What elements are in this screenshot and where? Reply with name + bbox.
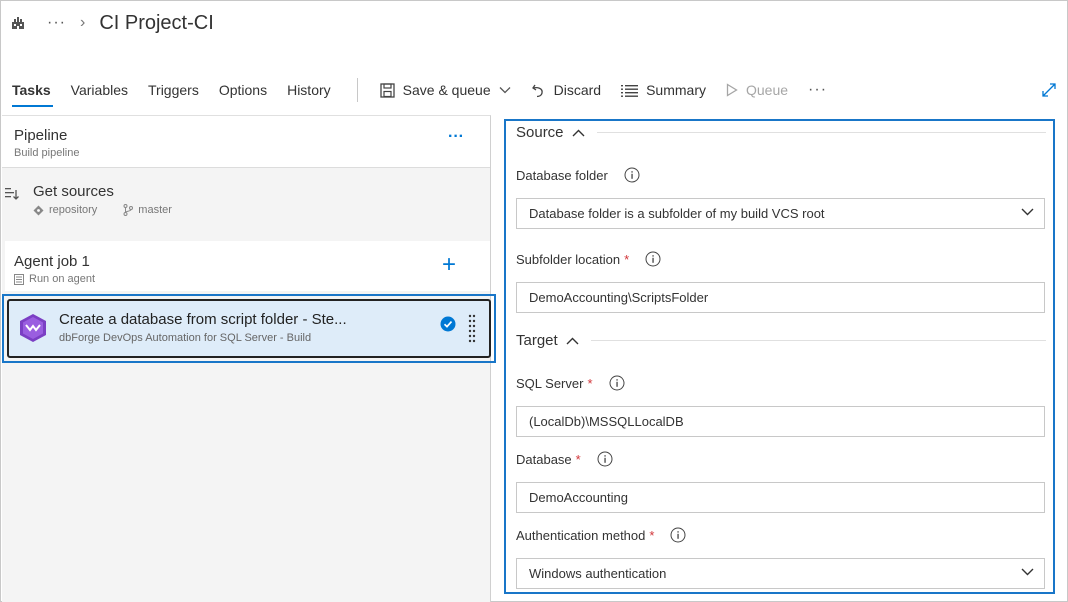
get-sources-title: Get sources	[33, 183, 114, 200]
authentication-method-label: Authentication method	[516, 527, 646, 543]
subfolder-location-label: Subfolder location	[516, 251, 621, 267]
list-icon	[621, 84, 639, 97]
organization-icon[interactable]	[9, 14, 27, 32]
add-task-button[interactable]: +	[442, 253, 456, 277]
check-circle-icon	[440, 316, 456, 337]
required-mark: *	[587, 375, 593, 391]
drag-handle-icon[interactable]	[468, 314, 476, 349]
app-frame: ··· › CI Project-CI Tasks Variables Trig…	[0, 0, 1068, 602]
section-divider	[596, 132, 1046, 133]
breadcrumb-chevron-icon: ›	[79, 14, 86, 31]
pipeline-subtitle: Build pipeline	[14, 147, 80, 159]
save-queue-label: Save & queue	[402, 82, 491, 98]
info-icon[interactable]	[597, 451, 613, 467]
branch-label: master	[138, 204, 172, 216]
source-section-title: Source	[516, 124, 564, 141]
breadcrumb-more-button[interactable]: ···	[47, 14, 66, 32]
required-mark: *	[575, 451, 581, 467]
tab-tasks[interactable]: Tasks	[1, 73, 61, 107]
required-mark: *	[649, 527, 655, 543]
dbforge-icon	[19, 313, 47, 348]
database-folder-value: Database folder is a subfolder of my bui…	[529, 206, 825, 221]
task-settings-panel: Source Database folder Database folder i…	[504, 119, 1055, 594]
expand-icon[interactable]	[1041, 82, 1057, 103]
get-sources-item[interactable]: Get sources repository master	[2, 169, 490, 239]
pipeline-title: Pipeline	[14, 127, 68, 144]
get-sources-icon	[5, 187, 21, 206]
required-mark: *	[624, 251, 630, 267]
subfolder-location-input[interactable]: DemoAccounting\ScriptsFolder	[516, 282, 1045, 313]
task-selection-frame: Create a database from script folder - S…	[2, 294, 496, 363]
database-folder-label: Database folder	[516, 167, 608, 183]
summary-button[interactable]: Summary	[611, 73, 716, 107]
pipeline-more-button[interactable]: ···	[448, 128, 464, 146]
database-label: Database	[516, 451, 572, 467]
pipeline-header[interactable]: Pipeline Build pipeline ···	[2, 116, 490, 168]
database-label-row: Database *	[516, 451, 613, 467]
section-divider	[590, 340, 1046, 341]
sql-server-label: SQL Server	[516, 375, 584, 391]
authentication-method-select[interactable]: Windows authentication	[516, 558, 1045, 589]
agent-job-subtitle: Run on agent	[29, 273, 96, 285]
summary-label: Summary	[646, 82, 706, 98]
play-icon	[726, 83, 738, 97]
database-folder-label-row: Database folder	[516, 167, 640, 183]
page-title: CI Project-CI	[99, 11, 214, 34]
tab-variables[interactable]: Variables	[61, 73, 138, 107]
chevron-down-icon	[1021, 208, 1034, 216]
save-queue-button[interactable]: Save & queue	[370, 73, 521, 107]
sql-server-input[interactable]: (LocalDb)\MSSQLLocalDB	[516, 406, 1045, 437]
info-icon[interactable]	[645, 251, 661, 267]
branch-icon	[123, 204, 134, 216]
task-subtitle: dbForge DevOps Automation for SQL Server…	[59, 332, 312, 344]
undo-icon	[531, 84, 543, 97]
authentication-method-value: Windows authentication	[529, 566, 667, 581]
agent-job-item[interactable]: Agent job 1 Run on agent +	[5, 241, 490, 291]
subfolder-location-value: DemoAccounting\ScriptsFolder	[529, 290, 709, 305]
database-value: DemoAccounting	[529, 490, 628, 505]
target-section-header[interactable]: Target	[516, 332, 1046, 349]
pipeline-panel: Pipeline Build pipeline ··· Get sources	[2, 115, 496, 602]
info-icon[interactable]	[624, 167, 640, 183]
repository-label: repository	[49, 204, 98, 216]
target-section-title: Target	[516, 332, 558, 349]
agent-job-title: Agent job 1	[14, 253, 90, 270]
task-title: Create a database from script folder - S…	[59, 311, 347, 328]
sql-server-value: (LocalDb)\MSSQLLocalDB	[529, 414, 684, 429]
repository-icon	[33, 205, 44, 215]
auth-method-label-row: Authentication method *	[516, 527, 686, 543]
agent-icon	[14, 273, 24, 285]
breadcrumb: ··· › CI Project-CI	[9, 7, 214, 39]
chevron-up-icon[interactable]	[566, 337, 579, 345]
tab-triggers[interactable]: Triggers	[138, 73, 209, 107]
source-section-header[interactable]: Source	[516, 124, 1046, 141]
toolbar-divider	[356, 78, 358, 102]
save-icon	[379, 82, 395, 98]
database-folder-select[interactable]: Database folder is a subfolder of my bui…	[516, 198, 1045, 229]
toolbar: Tasks Variables Triggers Options History…	[1, 73, 1067, 107]
subfolder-label-row: Subfolder location *	[516, 251, 661, 267]
task-item-selected[interactable]: Create a database from script folder - S…	[7, 299, 491, 358]
tab-history[interactable]: History	[277, 73, 341, 107]
queue-button[interactable]: Queue	[716, 73, 798, 107]
queue-label: Queue	[745, 82, 789, 98]
chevron-down-icon[interactable]	[499, 86, 511, 94]
discard-button[interactable]: Discard	[521, 73, 611, 107]
sql-server-label-row: SQL Server *	[516, 375, 625, 391]
info-icon[interactable]	[609, 375, 625, 391]
tab-options[interactable]: Options	[209, 73, 277, 107]
chevron-up-icon[interactable]	[572, 129, 585, 137]
chevron-down-icon	[1021, 568, 1034, 576]
toolbar-more-button[interactable]: ···	[798, 81, 837, 99]
discard-label: Discard	[553, 82, 602, 98]
database-input[interactable]: DemoAccounting	[516, 482, 1045, 513]
info-icon[interactable]	[670, 527, 686, 543]
get-sources-meta: repository master	[33, 204, 172, 216]
agent-job-subtitle-row: Run on agent	[14, 273, 95, 285]
